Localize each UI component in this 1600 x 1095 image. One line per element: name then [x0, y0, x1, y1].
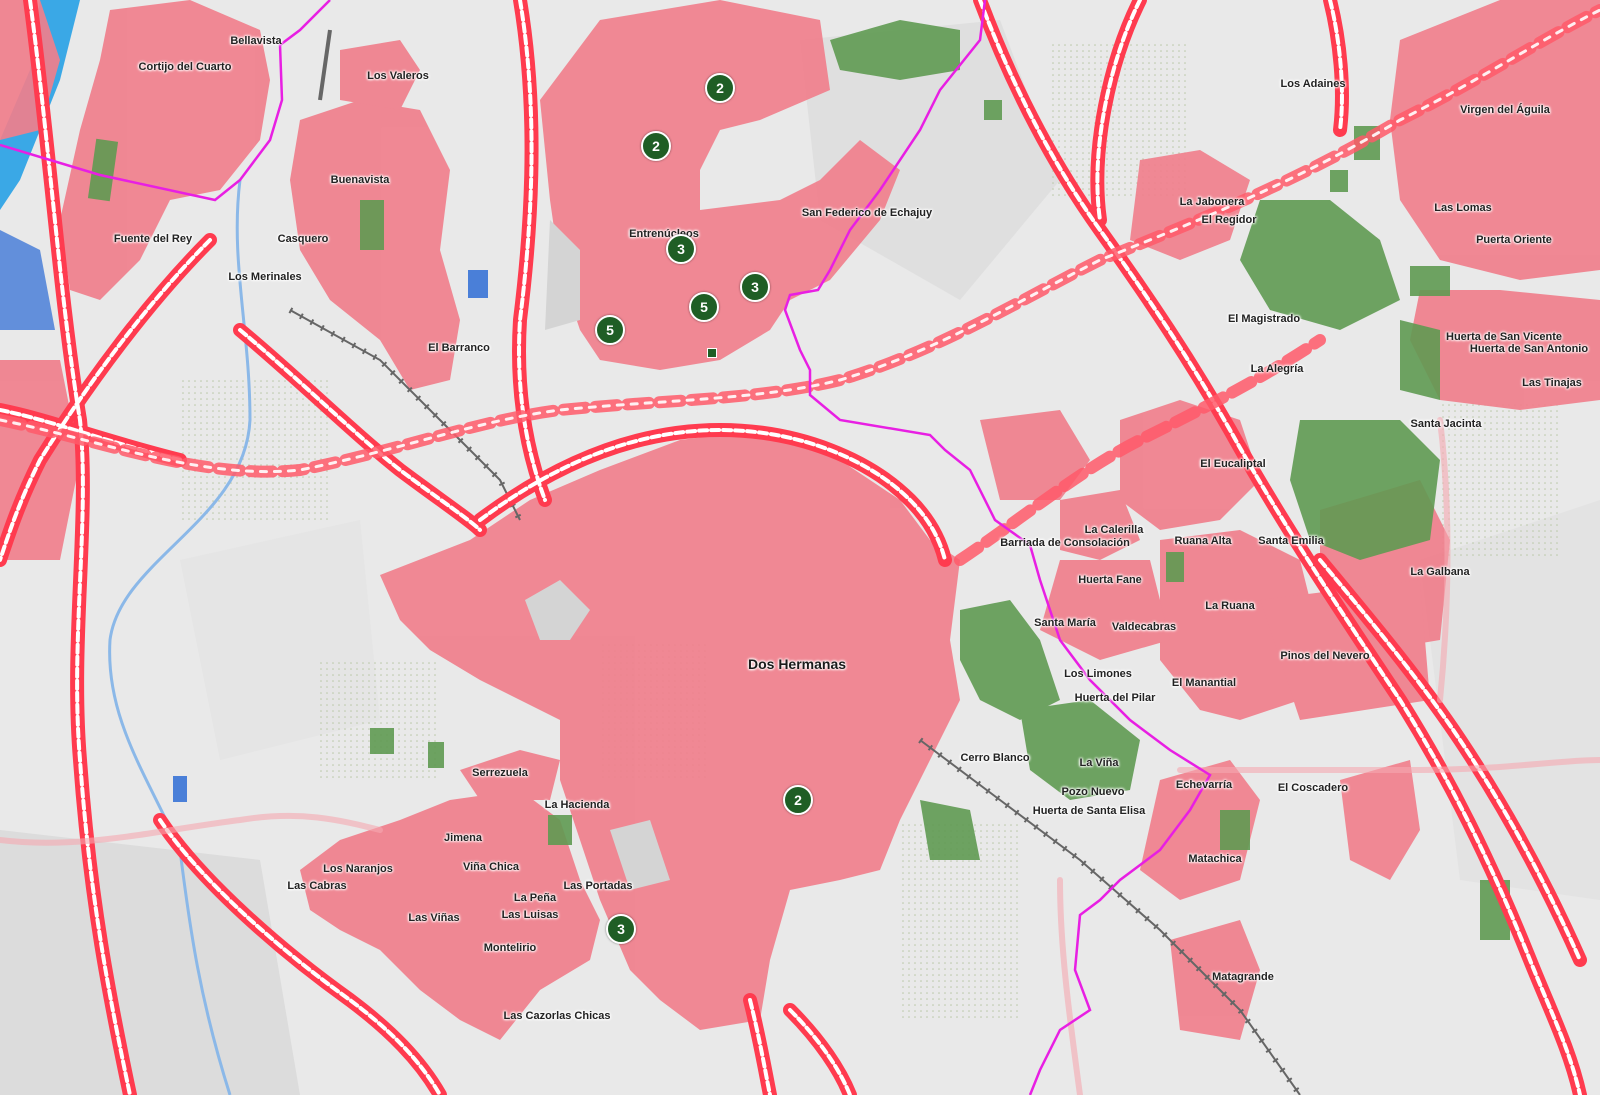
place-label: Los Limones: [1064, 668, 1132, 680]
place-label: Huerta del Pilar: [1074, 692, 1156, 704]
place-label: El Magistrado: [1227, 313, 1301, 325]
place-label: Serrezuela: [472, 767, 528, 779]
place-label: La Peña: [513, 892, 557, 904]
place-label: Casquero: [277, 233, 329, 245]
place-label: Jimena: [444, 832, 482, 844]
map-view[interactable]: Bellavista Cortijo del Cuarto Los Valeros B…: [0, 0, 1600, 1095]
single-marker[interactable]: [707, 348, 717, 358]
cluster-marker[interactable]: 2: [705, 73, 735, 103]
place-label: Bellavista: [230, 35, 282, 47]
map-basemap: [0, 0, 1600, 1095]
place-label: Los Naranjos: [323, 863, 393, 875]
place-label: La Ruana: [1205, 600, 1255, 612]
place-label: Viña Chica: [462, 861, 520, 873]
place-label: Los Adaines: [1280, 78, 1346, 90]
place-label: La Alegría: [1250, 363, 1304, 375]
place-label: Las Lomas: [1434, 202, 1492, 214]
place-label: Echevarría: [1175, 779, 1233, 791]
place-label: Las Luisas: [501, 909, 559, 921]
place-label: Huerta de San Vicente: [1446, 331, 1562, 343]
place-label: La Galbana: [1410, 566, 1470, 578]
place-label: Las Cazorlas Chicas: [503, 1010, 611, 1022]
place-label: Virgen del Águila: [1460, 104, 1550, 116]
place-label: Cortijo del Cuarto: [138, 61, 232, 73]
place-label: Huerta de San Antonio: [1469, 343, 1589, 355]
place-label: Pozo Nuevo: [1061, 786, 1125, 798]
place-label: La Hacienda: [544, 799, 610, 811]
place-label: Los Merinales: [228, 271, 302, 283]
place-label: El Coscadero: [1277, 782, 1349, 794]
cluster-marker[interactable]: 3: [740, 272, 770, 302]
place-label: Ruana Alta: [1174, 535, 1232, 547]
place-label: Huerta de Santa Elisa: [1032, 805, 1146, 817]
place-label: Los Valeros: [367, 70, 429, 82]
place-label: Santa María: [1034, 617, 1096, 629]
place-label: Montelirio: [483, 942, 537, 954]
place-label: Fuente del Rey: [113, 233, 193, 245]
place-label: Matagrande: [1212, 971, 1274, 983]
place-label: Puerta Oriente: [1476, 234, 1552, 246]
cluster-marker[interactable]: 2: [641, 131, 671, 161]
place-label: Dos Hermanas: [747, 656, 847, 672]
cluster-marker[interactable]: 3: [606, 914, 636, 944]
place-label: El Eucaliptal: [1200, 458, 1266, 470]
place-label: Las Tinajas: [1522, 377, 1582, 389]
cluster-marker[interactable]: 5: [595, 315, 625, 345]
place-label: La Jabonera: [1179, 196, 1245, 208]
place-label: Buenavista: [330, 174, 390, 186]
cluster-marker[interactable]: 3: [666, 234, 696, 264]
place-label: Cerro Blanco: [960, 752, 1030, 764]
place-label: Las Portadas: [563, 880, 633, 892]
place-label: La Viña: [1079, 757, 1119, 769]
place-label: Matachica: [1188, 853, 1242, 865]
place-label: Valdecabras: [1111, 621, 1177, 633]
place-label: Las Viñas: [408, 912, 460, 924]
place-label: El Barranco: [428, 342, 490, 354]
place-label: El Manantial: [1171, 677, 1237, 689]
place-label: Barriada de Consolación: [1000, 537, 1130, 549]
place-label: Las Cabras: [287, 880, 347, 892]
place-label: La Calerilla: [1084, 524, 1144, 536]
cluster-marker[interactable]: 2: [783, 785, 813, 815]
cluster-marker[interactable]: 5: [689, 292, 719, 322]
place-label: Santa Jacinta: [1410, 418, 1482, 430]
place-label: Santa Emilia: [1258, 535, 1324, 547]
place-label: Huerta Fane: [1078, 574, 1142, 586]
place-label: Pinos del Nevero: [1280, 650, 1370, 662]
place-label: El Regidor: [1201, 214, 1257, 226]
place-label: San Federico de Echajuy: [801, 207, 933, 219]
